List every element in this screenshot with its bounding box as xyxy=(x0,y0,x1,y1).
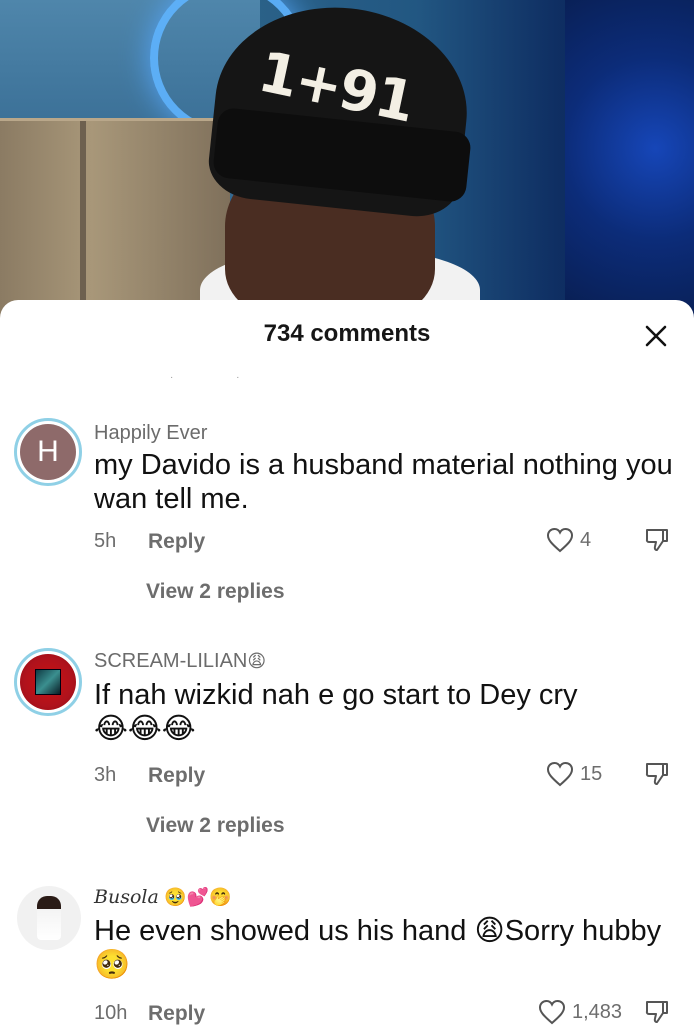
heart-icon xyxy=(546,527,574,553)
comment-text-emoji-2: 🥺 xyxy=(94,949,131,981)
username-emoji: 😩 xyxy=(247,651,267,671)
video-background: 1+91 xyxy=(0,0,694,330)
avatar-letter: H xyxy=(20,424,76,480)
comment-username[interactable]: SCREAM-LILIAN😩 xyxy=(94,650,266,673)
comment-text-emoji-1: 😩 xyxy=(474,915,505,947)
username-text: Busola xyxy=(94,886,159,908)
thumbs-down-icon xyxy=(645,763,668,785)
avatar[interactable] xyxy=(17,886,81,950)
comment-text: He even showed us his hand 😩Sorry hubby … xyxy=(94,914,684,982)
comments-count-title: 734 comments xyxy=(263,320,431,347)
comment-text: If nah wizkid nah e go start to Dey cry … xyxy=(94,678,684,746)
thumbs-down-icon xyxy=(645,529,668,551)
like-count: 15 xyxy=(580,762,603,785)
like-count: 1,483 xyxy=(572,1000,623,1023)
comment-text-emoji: 😂😂😂 xyxy=(94,713,196,745)
avatar[interactable] xyxy=(14,648,82,716)
wall-right xyxy=(565,0,694,330)
fridge-seam xyxy=(80,121,86,330)
heart-icon xyxy=(546,761,574,787)
reply-button[interactable]: Reply xyxy=(148,530,205,554)
comment-time: 3h xyxy=(94,764,117,786)
like-button[interactable]: 1,483 xyxy=(538,999,622,1025)
view-replies-button[interactable]: View 2 replies xyxy=(146,814,285,838)
comment-meta: 3h Reply 15 xyxy=(94,761,684,794)
faint-dots: · · xyxy=(170,372,270,383)
like-count: 4 xyxy=(580,528,592,551)
close-icon xyxy=(645,325,667,347)
comment-text: my Davido is a husband material nothing … xyxy=(94,449,673,515)
dislike-button[interactable] xyxy=(644,761,670,792)
dislike-button[interactable] xyxy=(644,999,670,1030)
avatar-image xyxy=(20,654,76,710)
comment-time: 5h xyxy=(94,530,117,552)
comment-username[interactable]: Busola 🥹💕🤭 xyxy=(94,886,232,909)
dislike-button[interactable] xyxy=(644,527,670,558)
close-button[interactable] xyxy=(636,316,676,356)
username-text: SCREAM-LILIAN xyxy=(94,650,248,672)
view-replies-button[interactable]: View 2 replies xyxy=(146,580,285,604)
comment-meta: 10h Reply 1,483 xyxy=(94,999,684,1032)
comments-sheet: 734 comments · · H Happily Ever my David… xyxy=(0,300,694,1025)
comment-text-after: Sorry hubby xyxy=(504,915,662,947)
like-button[interactable]: 15 xyxy=(546,761,602,787)
like-button[interactable]: 4 xyxy=(546,527,591,553)
reply-button[interactable]: Reply xyxy=(148,1002,205,1026)
comment-username[interactable]: Happily Ever xyxy=(94,422,207,445)
comment-meta: 5h Reply 4 xyxy=(94,527,684,560)
thumbs-down-icon xyxy=(645,1001,668,1023)
heart-icon xyxy=(538,999,566,1025)
comment-time: 10h xyxy=(94,1002,128,1024)
avatar[interactable]: H xyxy=(14,418,82,486)
fridge xyxy=(0,118,230,330)
avatar-figure xyxy=(37,896,61,940)
comment-text-main: He even showed us his hand xyxy=(94,915,467,947)
username-emoji: 🥹💕🤭 xyxy=(164,887,232,907)
avatar-thumb xyxy=(35,669,61,695)
comment-text-main: If nah wizkid nah e go start to Dey cry xyxy=(94,679,578,711)
reply-button[interactable]: Reply xyxy=(148,764,205,788)
